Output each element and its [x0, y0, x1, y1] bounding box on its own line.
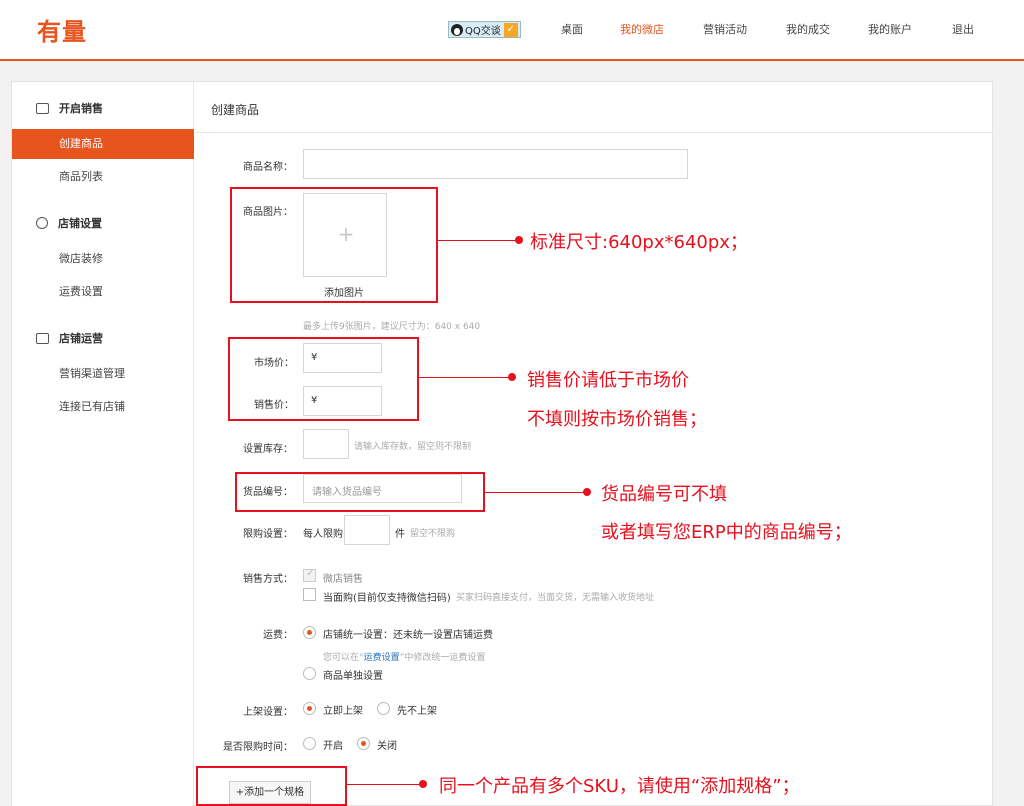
- logo[interactable]: 有量: [37, 12, 87, 47]
- annotation-line-sku: [485, 492, 586, 493]
- stock-hint: 请输入库存数，留空则不限制: [354, 442, 472, 452]
- sidebar-item-create-product[interactable]: 创建商品: [12, 129, 194, 159]
- sale-mode-face-checkbox[interactable]: [303, 588, 316, 601]
- shipping-individual-radio[interactable]: [303, 667, 316, 680]
- annotation-box-spec: [196, 766, 347, 806]
- stock-input[interactable]: [303, 429, 349, 459]
- annotation-box-sku: [235, 472, 485, 512]
- qq-chat-button[interactable]: QQ交谈 ✓: [448, 21, 521, 38]
- main-panel: 开启销售 创建商品 商品列表 店铺设置 微店装修 运费设置 店铺运营 营销渠道管…: [11, 81, 993, 806]
- annotation-dot-price: [508, 373, 516, 381]
- annotation-box-price: [228, 337, 419, 421]
- qq-penguin-icon: [451, 23, 463, 36]
- nav-marketing[interactable]: 营销活动: [703, 21, 747, 37]
- annotation-note-price-1: 销售价请低于市场价: [527, 370, 689, 391]
- purchase-limit-label: 限购设置：: [243, 529, 293, 540]
- listing-label: 上架设置：: [243, 707, 293, 718]
- annotation-note-sku-1: 货品编号可不填: [601, 484, 727, 505]
- sale-mode-face-text: 当面购(目前仅支持微信扫码): [323, 593, 451, 604]
- annotation-note-image-size: 标准尺寸:640px*640px；: [530, 232, 748, 253]
- annotation-line-price: [419, 377, 511, 378]
- title-divider: [195, 132, 993, 133]
- product-name-input[interactable]: [303, 149, 688, 179]
- sidebar-item-connect-store[interactable]: 连接已有店铺: [12, 392, 194, 422]
- sale-mode-store-text: 微店销售: [323, 574, 363, 585]
- annotation-box-image: [230, 187, 438, 303]
- annotation-line-image: [438, 240, 518, 241]
- annotation-note-price-2: 不填则按市场价销售；: [527, 409, 707, 430]
- sidebar-item-product-list[interactable]: 商品列表: [12, 162, 194, 192]
- time-limit-on-text: 开启: [323, 741, 343, 752]
- image-hint: 最多上传9张图片，建议尺寸为：640 x 640: [303, 322, 481, 332]
- annotation-dot-sku: [583, 488, 591, 496]
- nav-my-account[interactable]: 我的账户: [868, 21, 912, 37]
- top-header: 有量 QQ交谈 ✓ 桌面 我的微店 营销活动 我的成交 我的账户 退出: [0, 0, 1024, 61]
- stock-label: 设置库存：: [243, 444, 293, 455]
- limit-prefix: 每人限购: [303, 529, 343, 540]
- sidebar-item-marketing-channels[interactable]: 营销渠道管理: [12, 359, 194, 389]
- nav-my-deals[interactable]: 我的成交: [786, 21, 830, 37]
- listing-now-radio[interactable]: [303, 702, 316, 715]
- time-limit-on-radio[interactable]: [303, 737, 316, 750]
- sidebar: 开启销售 创建商品 商品列表 店铺设置 微店装修 运费设置 店铺运营 营销渠道管…: [12, 82, 194, 806]
- sale-mode-store-checkbox[interactable]: [303, 568, 316, 582]
- time-limit-off-radio[interactable]: [357, 737, 370, 750]
- page-title: 创建商品: [211, 103, 260, 117]
- listing-later-radio[interactable]: [377, 702, 390, 715]
- sale-mode-label: 销售方式：: [243, 574, 293, 585]
- nav-logout[interactable]: 退出: [952, 21, 974, 37]
- limit-hint: 留空不限购: [410, 529, 456, 539]
- store-icon: [36, 332, 49, 344]
- sidebar-group-sales: 开启销售: [36, 100, 103, 116]
- shipping-hint: 您可以在“运费设置”中修改统一运费设置: [323, 653, 486, 663]
- sidebar-item-shipping-settings[interactable]: 运费设置: [12, 277, 194, 307]
- shipping-label: 运费：: [263, 630, 293, 641]
- shipping-settings-link[interactable]: 运费设置: [364, 653, 400, 663]
- sidebar-group-store-operation: 店铺运营: [36, 330, 103, 346]
- sale-mode-face-hint: 买家扫码直接支付，当面交货，无需输入收货地址: [456, 593, 655, 603]
- time-limit-label: 是否限购时间：: [223, 742, 293, 753]
- inbox-icon: [36, 102, 49, 114]
- sidebar-item-store-decoration[interactable]: 微店装修: [12, 244, 194, 274]
- annotation-line-spec: [347, 784, 422, 785]
- shipping-individual-text: 商品单独设置: [323, 671, 383, 682]
- sidebar-group-store-settings: 店铺设置: [36, 215, 102, 231]
- time-limit-off-text: 关闭: [377, 741, 397, 752]
- annotation-note-spec: 同一个产品有多个SKU，请使用“添加规格”；: [439, 776, 800, 797]
- nav-my-store[interactable]: 我的微店: [620, 21, 664, 37]
- shipping-unified-radio[interactable]: [303, 626, 316, 639]
- qq-chat-label: QQ交谈: [465, 26, 501, 37]
- limit-unit: 件: [395, 529, 405, 540]
- product-name-label: 商品名称：: [243, 162, 293, 173]
- shipping-unified-text: 店铺统一设置：还未统一设置店铺运费: [323, 630, 493, 641]
- annotation-dot-image: [515, 236, 523, 244]
- annotation-note-sku-2: 或者填写您ERP中的商品编号；: [601, 522, 852, 543]
- listing-now-text: 立即上架: [323, 706, 363, 717]
- purchase-limit-input[interactable]: [344, 515, 390, 545]
- nav-desktop[interactable]: 桌面: [561, 21, 583, 37]
- compass-icon: [36, 217, 48, 229]
- listing-later-text: 先不上架: [397, 706, 437, 717]
- check-icon: ✓: [503, 22, 518, 37]
- annotation-dot-spec: [419, 780, 427, 788]
